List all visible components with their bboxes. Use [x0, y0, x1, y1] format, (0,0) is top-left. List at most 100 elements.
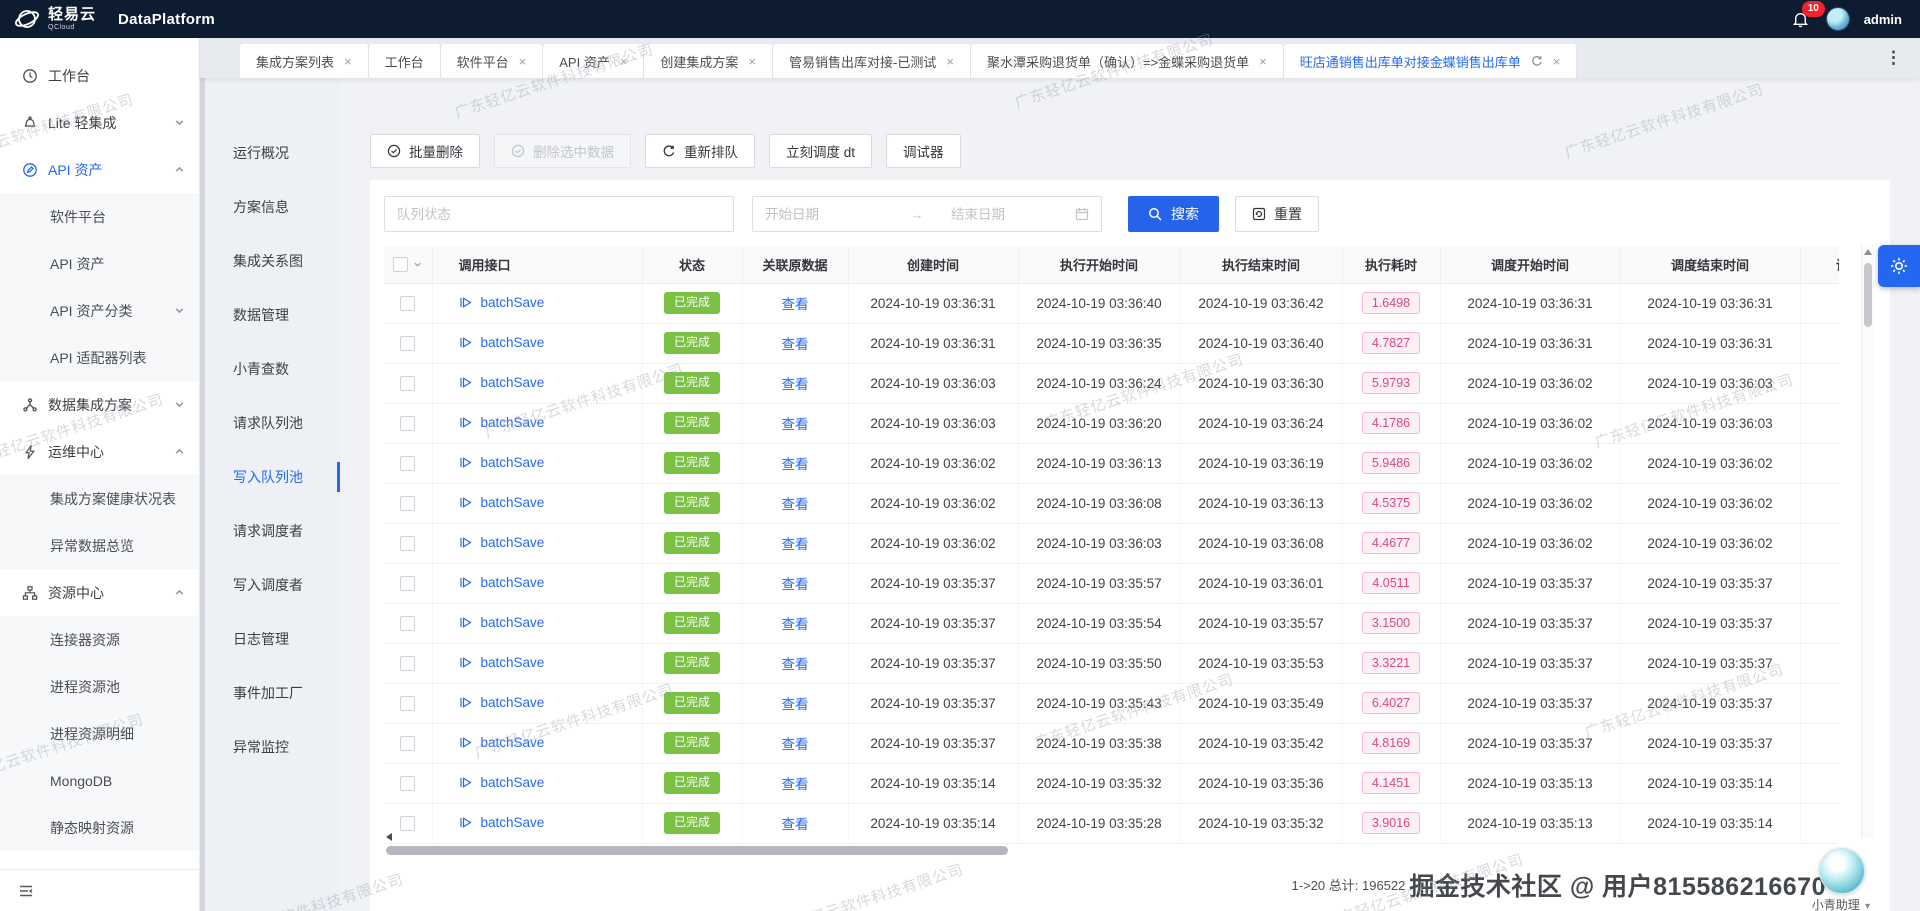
- tab-close-icon[interactable]: ×: [344, 55, 352, 68]
- sidebar-item[interactable]: API 资产分类: [0, 287, 199, 334]
- row-checkbox[interactable]: [400, 456, 415, 471]
- tab-close-icon[interactable]: ×: [1259, 55, 1267, 68]
- date-range-picker[interactable]: →: [752, 196, 1102, 232]
- view-link[interactable]: 查看: [782, 617, 809, 632]
- toolbar-button[interactable]: 重新排队: [645, 134, 755, 168]
- view-link[interactable]: 查看: [782, 377, 809, 392]
- brand-logo[interactable]: 轻易云 QCloud DataPlatform: [14, 6, 215, 32]
- tab[interactable]: 工作台: [369, 44, 441, 78]
- reset-button[interactable]: 重置: [1235, 196, 1319, 232]
- api-link[interactable]: batchSave: [459, 655, 545, 670]
- view-link[interactable]: 查看: [782, 697, 809, 712]
- row-checkbox[interactable]: [400, 496, 415, 511]
- sidebar-item[interactable]: API 资产: [0, 240, 199, 287]
- submenu-item[interactable]: 方案信息: [205, 180, 340, 234]
- row-checkbox[interactable]: [400, 336, 415, 351]
- api-link[interactable]: batchSave: [459, 335, 545, 350]
- scroll-left-arrow-icon[interactable]: [386, 833, 392, 841]
- assistant-avatar[interactable]: [1819, 848, 1865, 894]
- sidebar-item[interactable]: Lite 轻集成: [0, 99, 199, 146]
- queue-status-input[interactable]: [384, 196, 734, 232]
- submenu-item[interactable]: 异常监控: [205, 720, 340, 774]
- tabs-overflow-menu-icon[interactable]: ⋮: [1875, 48, 1912, 68]
- tab[interactable]: 创建集成方案×: [644, 44, 773, 78]
- api-link[interactable]: batchSave: [459, 775, 545, 790]
- sidebar-item[interactable]: MongoDB: [0, 757, 199, 804]
- toolbar-button[interactable]: 调试器: [886, 134, 961, 168]
- view-link[interactable]: 查看: [782, 457, 809, 472]
- toolbar-button[interactable]: 立刻调度 dt: [769, 134, 872, 168]
- api-link[interactable]: batchSave: [459, 415, 545, 430]
- sidebar-item[interactable]: 进程资源明细: [0, 710, 199, 757]
- row-checkbox[interactable]: [400, 376, 415, 391]
- sidebar-item[interactable]: 软件平台: [0, 193, 199, 240]
- sidebar-item[interactable]: 资源中心: [0, 569, 199, 616]
- username-label[interactable]: admin: [1864, 12, 1902, 27]
- view-link[interactable]: 查看: [782, 577, 809, 592]
- api-link[interactable]: batchSave: [459, 495, 545, 510]
- api-link[interactable]: batchSave: [459, 375, 545, 390]
- tab[interactable]: 软件平台×: [441, 44, 544, 78]
- scroll-up-arrow-icon[interactable]: [1864, 249, 1872, 255]
- api-link[interactable]: batchSave: [459, 815, 545, 830]
- row-checkbox[interactable]: [400, 416, 415, 431]
- api-link[interactable]: batchSave: [459, 735, 545, 750]
- notification-bell-icon[interactable]: 10: [1790, 8, 1812, 30]
- user-avatar[interactable]: [1826, 7, 1850, 31]
- sidebar-item[interactable]: 数据集成方案: [0, 381, 199, 428]
- api-link[interactable]: batchSave: [459, 575, 545, 590]
- end-date-input[interactable]: [951, 207, 1069, 222]
- sidebar-item[interactable]: 连接器资源: [0, 616, 199, 663]
- api-link[interactable]: batchSave: [459, 535, 545, 550]
- row-checkbox[interactable]: [400, 736, 415, 751]
- sidebar-item[interactable]: 运维中心: [0, 428, 199, 475]
- sidebar-item[interactable]: 进程资源池: [0, 663, 199, 710]
- submenu-item[interactable]: 运行概况: [205, 126, 340, 180]
- view-link[interactable]: 查看: [782, 417, 809, 432]
- horizontal-scrollbar-thumb[interactable]: [386, 846, 1008, 855]
- submenu-item[interactable]: 写入调度者: [205, 558, 340, 612]
- search-button[interactable]: 搜索: [1128, 196, 1219, 232]
- tab-refresh-icon[interactable]: [1531, 55, 1543, 67]
- view-link[interactable]: 查看: [782, 497, 809, 512]
- submenu-item[interactable]: 写入队列池: [205, 450, 340, 504]
- tab[interactable]: API 资产×: [543, 44, 644, 78]
- view-link[interactable]: 查看: [782, 737, 809, 752]
- start-date-input[interactable]: [765, 207, 883, 222]
- select-all-checkbox[interactable]: [393, 257, 408, 272]
- tab-close-icon[interactable]: ×: [946, 55, 954, 68]
- row-checkbox[interactable]: [400, 816, 415, 831]
- sidebar-item[interactable]: 工作台: [0, 52, 199, 99]
- row-checkbox[interactable]: [400, 296, 415, 311]
- view-link[interactable]: 查看: [782, 777, 809, 792]
- submenu-item[interactable]: 请求队列池: [205, 396, 340, 450]
- row-checkbox[interactable]: [400, 696, 415, 711]
- row-checkbox[interactable]: [400, 776, 415, 791]
- submenu-item[interactable]: 事件加工厂: [205, 666, 340, 720]
- view-link[interactable]: 查看: [782, 337, 809, 352]
- assistant-widget[interactable]: 小青助理 ▼: [1812, 848, 1872, 911]
- tab[interactable]: 聚水潭采购退货单（确认）=>金蝶采购退货单×: [971, 44, 1284, 78]
- submenu-item[interactable]: 小青查数: [205, 342, 340, 396]
- assistant-dropdown-icon[interactable]: ▼: [1863, 901, 1872, 911]
- column-settings-button[interactable]: [1878, 245, 1920, 287]
- submenu-item[interactable]: 日志管理: [205, 612, 340, 666]
- row-checkbox[interactable]: [400, 576, 415, 591]
- sidebar-item[interactable]: API 适配器列表: [0, 334, 199, 381]
- tab-close-icon[interactable]: ×: [1553, 55, 1561, 68]
- sidebar-item[interactable]: 异常数据总览: [0, 522, 199, 569]
- selection-options-caret-icon[interactable]: [413, 260, 422, 269]
- tab[interactable]: 管易销售出库对接-已测试×: [773, 44, 971, 78]
- sidebar-item[interactable]: API 资产: [0, 146, 199, 193]
- row-checkbox[interactable]: [400, 616, 415, 631]
- sidebar-item[interactable]: 静态映射资源: [0, 804, 199, 851]
- api-link[interactable]: batchSave: [459, 615, 545, 630]
- api-link[interactable]: batchSave: [459, 695, 545, 710]
- toolbar-button[interactable]: 批量删除: [370, 134, 480, 168]
- row-checkbox[interactable]: [400, 536, 415, 551]
- tab-close-icon[interactable]: ×: [620, 55, 628, 68]
- view-link[interactable]: 查看: [782, 657, 809, 672]
- view-link[interactable]: 查看: [782, 817, 809, 832]
- submenu-item[interactable]: 数据管理: [205, 288, 340, 342]
- tab-close-icon[interactable]: ×: [519, 55, 527, 68]
